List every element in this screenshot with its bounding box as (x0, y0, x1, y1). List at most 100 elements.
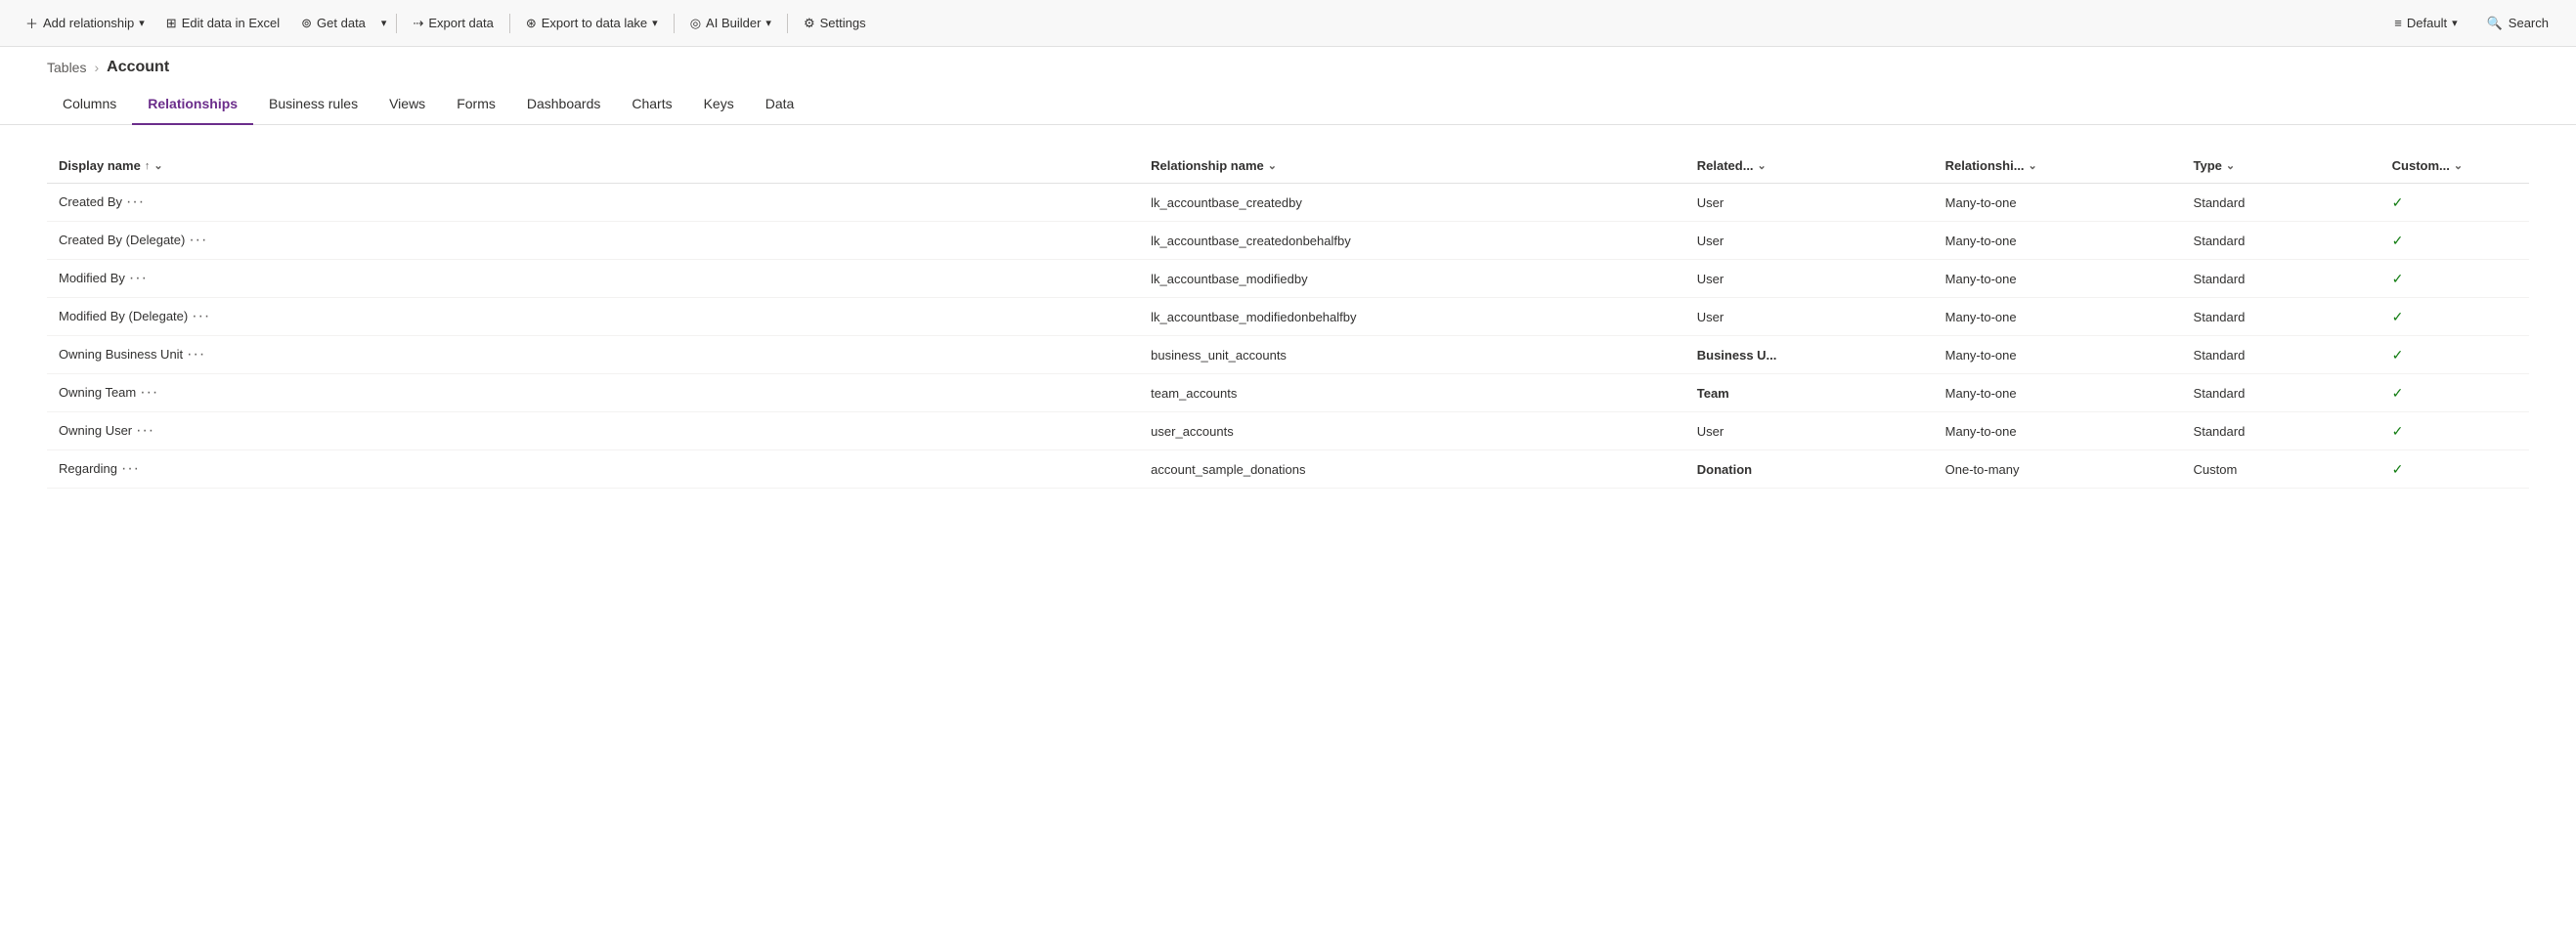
row-context-menu[interactable]: ··· (185, 230, 211, 250)
lake-chevron-icon: ▾ (652, 17, 658, 29)
relationships-table: Display name ↑ ⌄ Relationship name ⌄ Rel… (47, 149, 2529, 489)
breadcrumb-parent-link[interactable]: Tables (47, 60, 86, 75)
filter-icon: ≡ (2394, 16, 2402, 30)
settings-button[interactable]: ⚙ Settings (794, 10, 876, 37)
get-data-label: Get data (317, 16, 366, 30)
row-context-menu[interactable]: ··· (117, 458, 144, 479)
lake-icon: ⊛ (526, 16, 537, 31)
cell-relationship-type: Many-to-one (1934, 298, 2182, 336)
get-data-button[interactable]: ⊚ Get data (291, 10, 375, 37)
cell-type: Standard (2182, 184, 2380, 222)
col-header-related[interactable]: Related... ⌄ (1685, 149, 1934, 184)
type-filter-icon: ⌄ (2226, 159, 2235, 172)
cell-display-name: Owning Business Unit··· (47, 336, 1139, 374)
cell-display-name: Created By (Delegate)··· (47, 222, 1139, 260)
cell-display-name: Modified By··· (47, 260, 1139, 298)
cell-related: User (1685, 298, 1934, 336)
add-relationship-label: Add relationship (43, 16, 134, 30)
tab-views[interactable]: Views (373, 84, 441, 125)
table-header-row: Display name ↑ ⌄ Relationship name ⌄ Rel… (47, 149, 2529, 184)
related-filter-icon: ⌄ (1758, 159, 1767, 172)
cell-custom: ✓ (2380, 412, 2529, 450)
row-context-menu[interactable]: ··· (188, 306, 214, 326)
cell-relationship-name: lk_accountbase_createdonbehalfby (1139, 222, 1685, 260)
cell-type: Standard (2182, 412, 2380, 450)
plus-icon: ＋ (25, 14, 38, 32)
cell-relationship-name: account_sample_donations (1139, 450, 1685, 489)
cell-custom: ✓ (2380, 222, 2529, 260)
cell-custom: ✓ (2380, 298, 2529, 336)
col-header-relationship-type[interactable]: Relationshi... ⌄ (1934, 149, 2182, 184)
breadcrumb: Tables › Account (0, 47, 2576, 76)
cell-relationship-type: Many-to-one (1934, 184, 2182, 222)
cell-relationship-name: business_unit_accounts (1139, 336, 1685, 374)
table-row: Regarding···account_sample_donationsDona… (47, 450, 2529, 489)
cell-type: Standard (2182, 298, 2380, 336)
export-data-label: Export data (428, 16, 494, 30)
export-icon: ⇢ (413, 16, 423, 31)
row-context-menu[interactable]: ··· (132, 420, 158, 441)
checkmark-icon: ✓ (2392, 271, 2404, 286)
separator-4 (787, 14, 788, 33)
checkmark-icon: ✓ (2392, 461, 2404, 477)
separator-2 (509, 14, 510, 33)
database-icon: ⊚ (301, 16, 312, 31)
tab-columns[interactable]: Columns (47, 84, 132, 125)
settings-label: Settings (820, 16, 866, 30)
export-lake-button[interactable]: ⊛ Export to data lake ▾ (516, 10, 668, 37)
default-button[interactable]: ≡ Default ▾ (2384, 10, 2467, 36)
add-relationship-button[interactable]: ＋ Add relationship ▾ (16, 8, 154, 38)
search-icon: 🔍 (2487, 16, 2503, 31)
cell-custom: ✓ (2380, 184, 2529, 222)
checkmark-icon: ✓ (2392, 194, 2404, 210)
tab-charts[interactable]: Charts (616, 84, 687, 125)
row-context-menu[interactable]: ··· (125, 268, 152, 288)
row-context-menu[interactable]: ··· (122, 192, 149, 212)
rel-name-filter-icon: ⌄ (1268, 159, 1277, 172)
display-name-value: Created By (59, 194, 122, 209)
sort-asc-icon: ↑ (145, 160, 151, 172)
row-context-menu[interactable]: ··· (136, 382, 162, 403)
row-context-menu[interactable]: ··· (183, 344, 209, 364)
ai-builder-button[interactable]: ◎ AI Builder ▾ (680, 10, 781, 37)
toolbar-right-group: ≡ Default ▾ 🔍 Search (2384, 10, 2560, 37)
tab-forms[interactable]: Forms (441, 84, 511, 125)
excel-icon: ⊞ (166, 16, 177, 31)
edit-excel-label: Edit data in Excel (182, 16, 280, 30)
cell-relationship-type: Many-to-one (1934, 222, 2182, 260)
col-header-custom[interactable]: Custom... ⌄ (2380, 149, 2529, 184)
breadcrumb-current: Account (107, 59, 169, 76)
tab-business-rules[interactable]: Business rules (253, 84, 373, 125)
separator-1 (396, 14, 397, 33)
edit-excel-button[interactable]: ⊞ Edit data in Excel (156, 10, 289, 37)
cell-relationship-type: Many-to-one (1934, 412, 2182, 450)
toolbar-left-group: ＋ Add relationship ▾ ⊞ Edit data in Exce… (16, 8, 876, 38)
tab-keys[interactable]: Keys (688, 84, 750, 125)
display-name-value: Owning Business Unit (59, 347, 183, 362)
content-area: Display name ↑ ⌄ Relationship name ⌄ Rel… (0, 125, 2576, 489)
table-row: Modified By (Delegate)···lk_accountbase_… (47, 298, 2529, 336)
ai-chevron-icon: ▾ (765, 17, 771, 29)
cell-related: Team (1685, 374, 1934, 412)
col-header-display-name[interactable]: Display name ↑ ⌄ (47, 149, 1139, 184)
get-data-dropdown-button[interactable]: ▾ (377, 11, 391, 35)
col-header-relationship-name[interactable]: Relationship name ⌄ (1139, 149, 1685, 184)
cell-related: User (1685, 412, 1934, 450)
cell-custom: ✓ (2380, 260, 2529, 298)
tab-relationships[interactable]: Relationships (132, 84, 253, 125)
tab-data[interactable]: Data (750, 84, 810, 125)
tab-dashboards[interactable]: Dashboards (511, 84, 617, 125)
add-relationship-chevron-icon: ▾ (139, 17, 145, 29)
breadcrumb-separator: › (94, 60, 99, 75)
checkmark-icon: ✓ (2392, 347, 2404, 363)
search-button[interactable]: 🔍 Search (2475, 10, 2560, 37)
cell-relationship-name: lk_accountbase_createdby (1139, 184, 1685, 222)
col-header-type[interactable]: Type ⌄ (2182, 149, 2380, 184)
cell-custom: ✓ (2380, 374, 2529, 412)
cell-related: User (1685, 260, 1934, 298)
export-data-button[interactable]: ⇢ Export data (403, 10, 502, 37)
cell-relationship-name: team_accounts (1139, 374, 1685, 412)
cell-relationship-type: Many-to-one (1934, 260, 2182, 298)
display-name-value: Owning Team (59, 385, 136, 400)
cell-related: Business U... (1685, 336, 1934, 374)
